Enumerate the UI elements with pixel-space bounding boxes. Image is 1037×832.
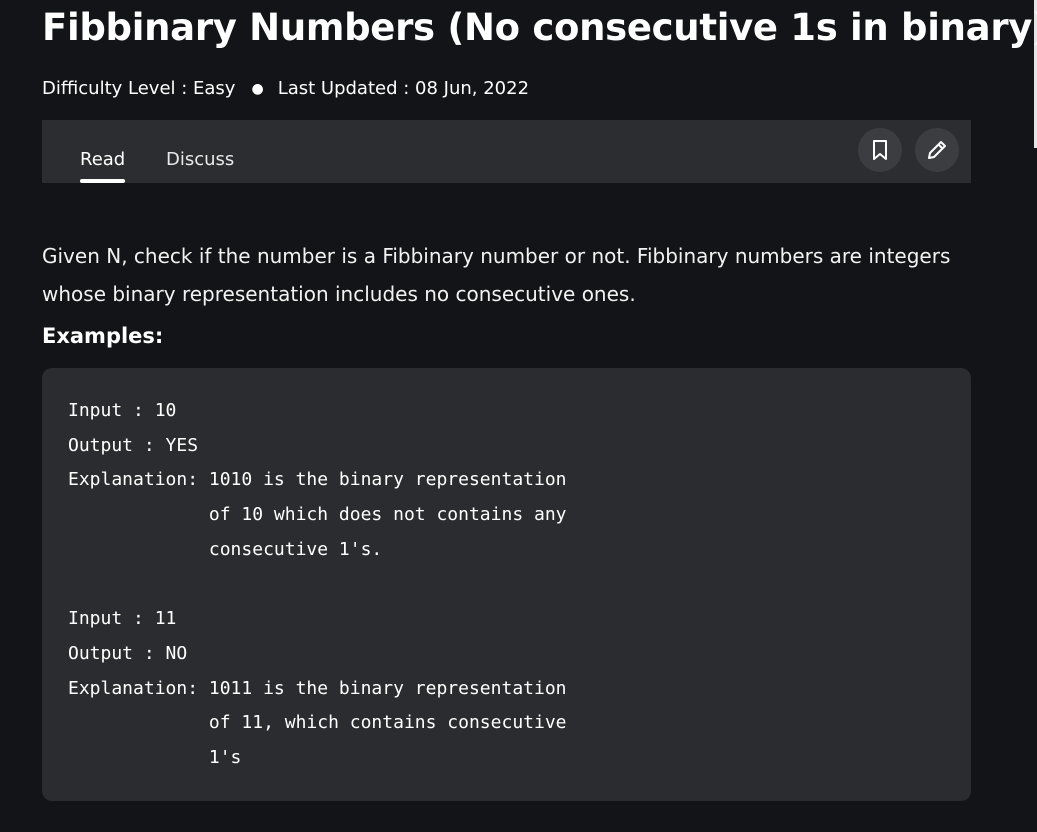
difficulty-level: Difficulty Level : Easy bbox=[42, 78, 236, 99]
code-line: Output : YES bbox=[68, 434, 199, 456]
code-line: Explanation: 1011 is the binary represen… bbox=[68, 677, 567, 699]
bookmark-icon bbox=[873, 140, 887, 160]
code-line: Explanation: 1010 is the binary represen… bbox=[68, 469, 567, 491]
code-line: of 10 which does not contains any bbox=[68, 504, 567, 526]
code-line: Input : 10 bbox=[68, 400, 177, 421]
code-line: of 11, which contains consecutive bbox=[68, 712, 567, 734]
code-line: Input : 11 bbox=[68, 608, 177, 630]
article-page: Fibbinary Numbers (No consecutive 1s in … bbox=[0, 0, 1037, 832]
bookmark-button[interactable] bbox=[858, 128, 902, 172]
meta-separator: ● bbox=[251, 81, 264, 97]
article-meta: Difficulty Level : Easy ● Last Updated :… bbox=[42, 78, 971, 100]
intro-paragraph: Given N, check if the number is a Fibbin… bbox=[42, 244, 951, 306]
article-content: Fibbinary Numbers (No consecutive 1s in … bbox=[42, 0, 1037, 801]
code-line: Output : NO bbox=[68, 642, 188, 664]
tab-discuss[interactable]: Discuss bbox=[166, 148, 234, 172]
examples-heading: Examples: bbox=[42, 324, 164, 348]
last-updated: Last Updated : 08 Jun, 2022 bbox=[277, 78, 530, 99]
page-title: Fibbinary Numbers (No consecutive 1s in … bbox=[42, 6, 1037, 49]
code-block: Input : 10 Output : YES Explanation: 101… bbox=[42, 368, 971, 801]
code-line: 1's bbox=[68, 746, 242, 768]
article-tabbar: Read Discuss bbox=[42, 120, 971, 183]
code-line: consecutive 1's. bbox=[68, 538, 383, 560]
pencil-icon bbox=[928, 141, 946, 159]
edit-button[interactable] bbox=[915, 128, 959, 172]
tab-read[interactable]: Read bbox=[80, 148, 126, 183]
